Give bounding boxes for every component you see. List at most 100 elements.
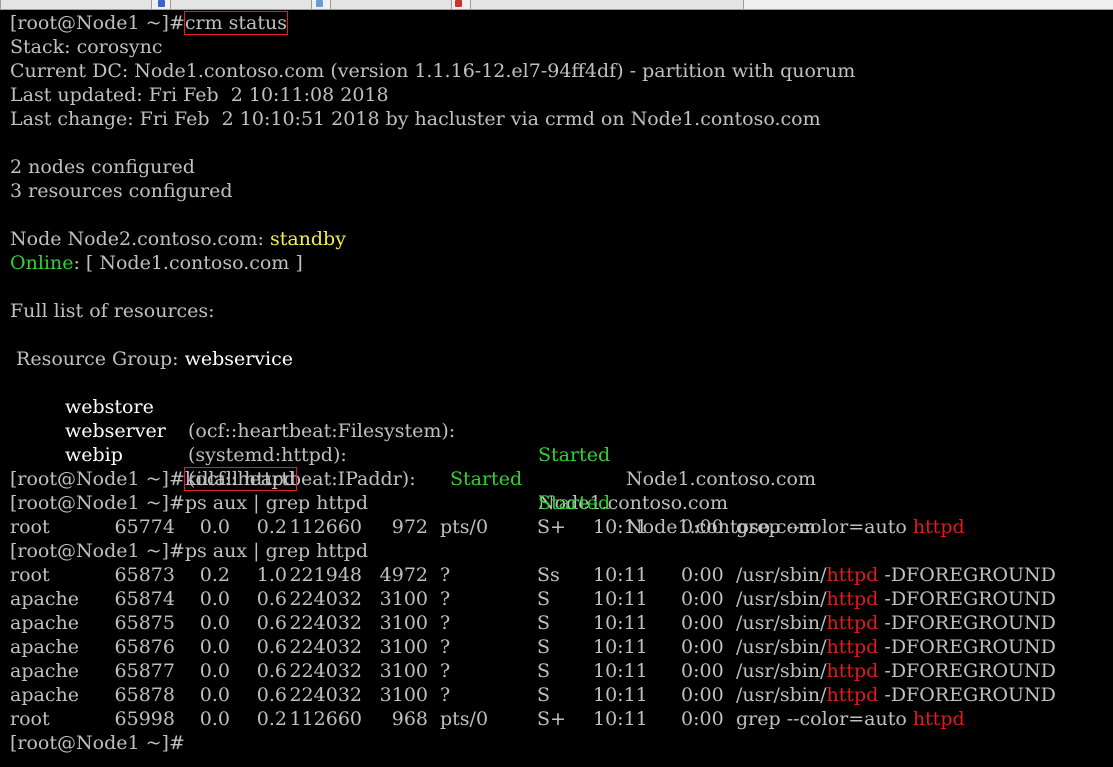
ps-command: grep --color=auto httpd [736, 707, 965, 731]
ps-cpu: 0.0 [199, 636, 230, 658]
terminal-line: [root@Node1 ~]#crm status [10, 11, 288, 35]
ps-time: 0:00 [681, 660, 724, 682]
window-tab[interactable] [0, 0, 152, 9]
ps-cpu: 0.0 [199, 660, 230, 682]
ps-mem: 0.2 [256, 708, 287, 730]
ps-command-part: /usr/sbin/ [736, 636, 827, 658]
resource-status: Started [538, 444, 611, 466]
ps-start: 10:11 [593, 660, 648, 682]
ps-start: 10:11 [593, 612, 648, 634]
terminal-line: [root@Node1 ~]#killall httpd [10, 467, 297, 491]
shell-prompt: [root@Node1 ~]# [10, 540, 185, 562]
ps-vsz: 224032 [289, 636, 362, 658]
shell-prompt: [root@Node1 ~]# [10, 492, 185, 514]
resource-row: webserver (systemd:httpd): Started Node1… [0, 395, 1100, 514]
ps-stat: Ss [537, 564, 560, 586]
ps-mem: 0.6 [256, 588, 287, 610]
current-dc-line: Current DC: Node1.contoso.com (version 1… [10, 60, 856, 82]
ps-time: 0:00 [681, 564, 724, 586]
ps-command-match: httpd [826, 660, 879, 682]
ps-command-part: /usr/sbin/ [736, 684, 827, 706]
ps-cpu: 0.0 [199, 684, 230, 706]
window-tab-active[interactable] [470, 0, 744, 9]
ps-tty: ? [440, 684, 451, 706]
ps-rss: 4972 [379, 564, 428, 586]
ps-time: 0:00 [681, 708, 724, 730]
ps-vsz: 224032 [289, 660, 362, 682]
ps-command-part: -DFOREGROUND [878, 660, 1056, 682]
ps-pid: 65873 [114, 564, 175, 586]
ps-stat: S [537, 588, 551, 610]
last-updated-line: Last updated: Fri Feb 2 10:11:08 2018 [10, 84, 389, 106]
window-tab[interactable] [170, 0, 312, 9]
ps-vsz: 112660 [289, 516, 362, 538]
ps-command: /usr/sbin/httpd -DFOREGROUND [736, 587, 1056, 611]
ps-user: apache [10, 684, 79, 706]
terminal-output[interactable]: [root@Node1 ~]#crm status Stack: corosyn… [0, 10, 1113, 767]
ps-user: root [10, 564, 50, 586]
ps-rss: 972 [391, 516, 428, 538]
ps-tty: ? [440, 612, 451, 634]
ps-command-part: grep --color=auto [736, 708, 913, 730]
ps-row: root 65998 0.0 0.2 112660 968 pts/0 S+ 10:11 0:00… [0, 707, 1110, 731]
ps-command: /usr/sbin/httpd -DFOREGROUND [736, 683, 1056, 707]
window-tab-icon [158, 0, 165, 7]
ps-row: root 65774 0.0 0.2 112660 972 pts/0 S+ 10:11 0:00… [0, 515, 1110, 539]
ps-row: apache 65875 0.0 0.6 224032 3100? S 10:11 0:00/u… [0, 611, 1110, 635]
shell-prompt: [root@Node1 ~]# [10, 468, 185, 490]
ps-user: apache [10, 660, 79, 682]
ps-pid: 65878 [114, 684, 175, 706]
resource-row: webstore (ocf::heartbeat:Filesystem): St… [0, 371, 1100, 490]
ps-command-match: httpd [826, 588, 879, 610]
ps-row: apache 65877 0.0 0.6 224032 3100? S 10:11 0:00/u… [0, 659, 1110, 683]
close-tab-icon[interactable] [455, 0, 462, 7]
ps-command-part: -DFOREGROUND [878, 612, 1056, 634]
ps-start: 10:11 [593, 684, 648, 706]
last-change-line: Last change: Fri Feb 2 10:10:51 2018 by … [10, 108, 821, 130]
ps-rss: 3100 [379, 612, 428, 634]
ps-user: apache [10, 612, 79, 634]
command-ps-grep: ps aux | grep httpd [184, 492, 369, 514]
ps-command-part: /usr/sbin/ [736, 660, 827, 682]
ps-time: 0:00 [681, 612, 724, 634]
ps-tty: ? [440, 564, 451, 586]
ps-cpu: 0.0 [199, 588, 230, 610]
ps-stat: S [537, 660, 551, 682]
command-ps-grep: ps aux | grep httpd [184, 540, 369, 562]
ps-mem: 0.6 [256, 660, 287, 682]
node-standby-line: Node Node2.contoso.com: standby [10, 227, 346, 251]
online-label: Online [10, 252, 74, 274]
terminal-tab-icon [316, 0, 323, 7]
ps-mem: 1.0 [256, 564, 287, 586]
ps-command: /usr/sbin/httpd -DFOREGROUND [736, 659, 1056, 683]
ps-user: apache [10, 588, 79, 610]
ps-rss: 3100 [379, 684, 428, 706]
ps-command: grep --color=auto httpd [736, 515, 965, 539]
resources-configured-line: 3 resources configured [10, 180, 233, 202]
ps-command-part: -DFOREGROUND [878, 588, 1056, 610]
resource-node: Node1.contoso.com [626, 468, 816, 490]
ps-start: 10:11 [593, 516, 648, 538]
window-tab[interactable] [330, 0, 452, 9]
ps-vsz: 112660 [289, 708, 362, 730]
ps-pid: 65774 [114, 516, 175, 538]
full-list-line: Full list of resources: [10, 300, 215, 322]
ps-command-part: -DFOREGROUND [878, 564, 1056, 586]
ps-command-part: -DFOREGROUND [878, 636, 1056, 658]
ps-command: /usr/sbin/httpd -DFOREGROUND [736, 611, 1056, 635]
terminal-line: [root@Node1 ~]#ps aux | grep httpd [10, 539, 368, 563]
resource-group-line: Resource Group: webservice [10, 347, 293, 371]
ps-mem: 0.6 [256, 636, 287, 658]
ps-tty: ? [440, 636, 451, 658]
ps-row: apache 65876 0.0 0.6 224032 3100? S 10:11 0:00/u… [0, 635, 1110, 659]
resource-name: webip [65, 444, 123, 466]
ps-stat: S [537, 636, 551, 658]
command-crm-status: crm status [183, 11, 288, 35]
ps-cpu: 0.0 [199, 612, 230, 634]
ps-command-part: /usr/sbin/ [736, 564, 827, 586]
ps-rss: 3100 [379, 660, 428, 682]
ps-command-match: httpd [826, 636, 879, 658]
ps-row: root 65873 0.2 1.0 221948 4972? Ss 10:11 0:00/us… [0, 563, 1110, 587]
ps-vsz: 224032 [289, 588, 362, 610]
ps-command-part: -DFOREGROUND [878, 684, 1056, 706]
